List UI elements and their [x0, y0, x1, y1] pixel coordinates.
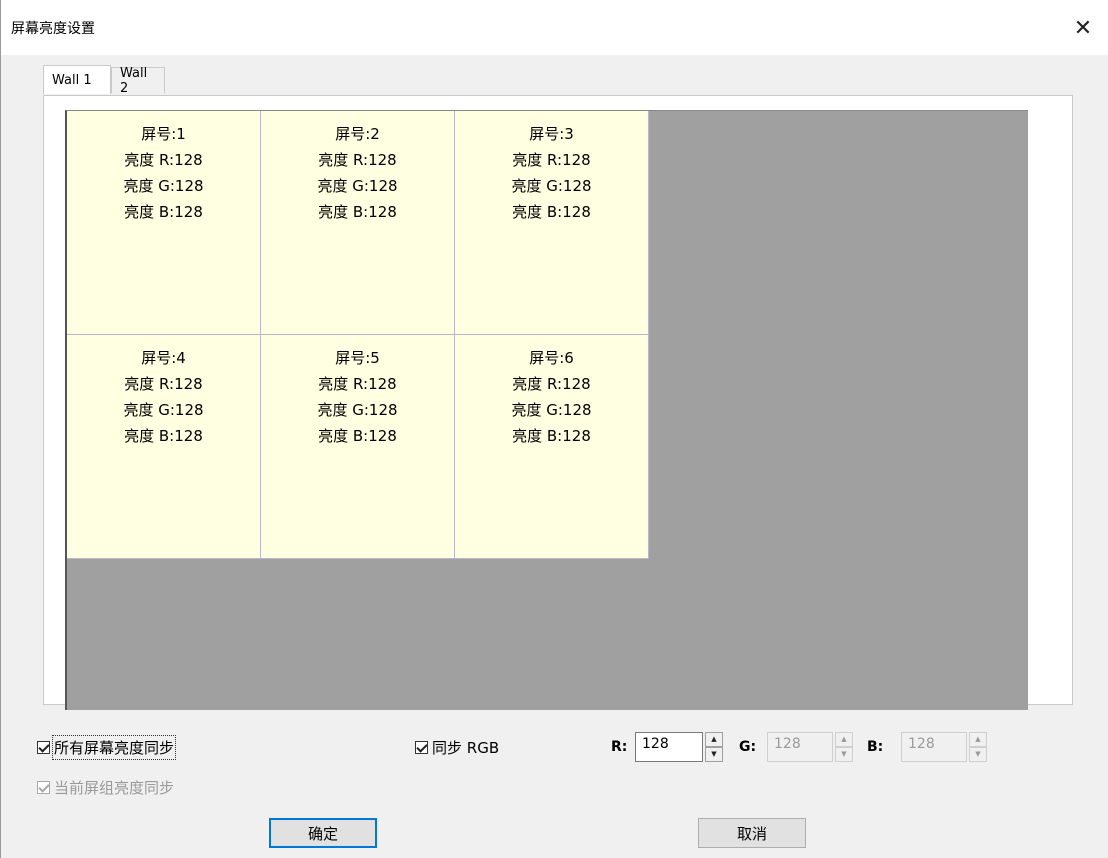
close-button[interactable]: ✕ — [1063, 8, 1103, 48]
checkbox-icon — [37, 741, 50, 754]
r-value-input[interactable]: 128 — [635, 732, 703, 762]
close-icon: ✕ — [1073, 15, 1093, 41]
sync-rgb-checkbox[interactable]: 同步 RGB — [415, 737, 499, 758]
brightness-g: 亮度 G:128 — [511, 401, 592, 419]
brightness-g: 亮度 G:128 — [317, 401, 398, 419]
g-label: G: — [739, 739, 757, 755]
screen-number: 屏号:5 — [335, 349, 380, 367]
brightness-g: 亮度 G:128 — [123, 401, 204, 419]
b-label: B: — [867, 739, 884, 755]
brightness-r: 亮度 R:128 — [124, 375, 203, 393]
brightness-b: 亮度 B:128 — [318, 203, 397, 221]
sync-all-checkbox[interactable]: 所有屏幕亮度同步 — [37, 735, 177, 760]
screen-cell-3[interactable]: 屏号:3 亮度 R:128 亮度 G:128 亮度 B:128 — [455, 111, 649, 335]
sync-group-label: 当前屏组亮度同步 — [54, 779, 175, 797]
spin-down-icon[interactable]: ▼ — [835, 747, 853, 762]
screen-cell-2[interactable]: 屏号:2 亮度 R:128 亮度 G:128 亮度 B:128 — [261, 111, 455, 335]
sync-rgb-label: 同步 RGB — [432, 739, 500, 757]
spin-up-icon[interactable]: ▲ — [705, 732, 723, 747]
brightness-g: 亮度 G:128 — [317, 177, 398, 195]
brightness-g: 亮度 G:128 — [511, 177, 592, 195]
b-spinner[interactable]: ▲ ▼ — [969, 732, 987, 762]
spin-up-icon[interactable]: ▲ — [969, 732, 987, 747]
brightness-r: 亮度 R:128 — [318, 151, 397, 169]
cancel-button[interactable]: 取消 — [698, 818, 806, 848]
b-value-input[interactable]: 128 — [901, 732, 967, 762]
screen-number: 屏号:2 — [335, 125, 380, 143]
screen-cell-4[interactable]: 屏号:4 亮度 R:128 亮度 G:128 亮度 B:128 — [67, 335, 261, 559]
screen-number: 屏号:3 — [529, 125, 574, 143]
brightness-r: 亮度 R:128 — [512, 375, 591, 393]
brightness-dialog: 屏幕亮度设置 ✕ Wall 1 Wall 2 屏号:1 亮度 R:128 亮度 … — [0, 0, 1108, 858]
checkbox-icon — [415, 741, 428, 754]
r-spinner[interactable]: ▲ ▼ — [705, 732, 723, 762]
brightness-r: 亮度 R:128 — [318, 375, 397, 393]
g-value-input[interactable]: 128 — [767, 732, 833, 762]
brightness-g: 亮度 G:128 — [123, 177, 204, 195]
wall-canvas: 屏号:1 亮度 R:128 亮度 G:128 亮度 B:128 屏号:2 亮度 … — [65, 110, 1028, 710]
screen-cell-6[interactable]: 屏号:6 亮度 R:128 亮度 G:128 亮度 B:128 — [455, 335, 649, 559]
brightness-b: 亮度 B:128 — [124, 203, 203, 221]
window-title: 屏幕亮度设置 — [11, 21, 95, 37]
brightness-r: 亮度 R:128 — [512, 151, 591, 169]
ok-button[interactable]: 确定 — [269, 818, 377, 848]
spin-down-icon[interactable]: ▼ — [969, 747, 987, 762]
tab-wall-1[interactable]: Wall 1 — [43, 65, 111, 94]
title-bar: 屏幕亮度设置 ✕ — [1, 0, 1108, 55]
r-label: R: — [611, 739, 628, 755]
spin-up-icon[interactable]: ▲ — [835, 732, 853, 747]
brightness-b: 亮度 B:128 — [512, 427, 591, 445]
screen-number: 屏号:6 — [529, 349, 574, 367]
screen-cell-1[interactable]: 屏号:1 亮度 R:128 亮度 G:128 亮度 B:128 — [67, 111, 261, 335]
tab-wall-2[interactable]: Wall 2 — [111, 66, 165, 96]
g-spinner[interactable]: ▲ ▼ — [835, 732, 853, 762]
screen-number: 屏号:4 — [141, 349, 186, 367]
checkbox-icon — [37, 781, 50, 794]
spin-down-icon[interactable]: ▼ — [705, 747, 723, 762]
screen-cell-5[interactable]: 屏号:5 亮度 R:128 亮度 G:128 亮度 B:128 — [261, 335, 455, 559]
sync-all-label: 所有屏幕亮度同步 — [51, 735, 177, 760]
sync-group-checkbox[interactable]: 当前屏组亮度同步 — [37, 777, 174, 798]
screen-number: 屏号:1 — [141, 125, 186, 143]
brightness-b: 亮度 B:128 — [318, 427, 397, 445]
brightness-b: 亮度 B:128 — [512, 203, 591, 221]
brightness-b: 亮度 B:128 — [124, 427, 203, 445]
brightness-r: 亮度 R:128 — [124, 151, 203, 169]
